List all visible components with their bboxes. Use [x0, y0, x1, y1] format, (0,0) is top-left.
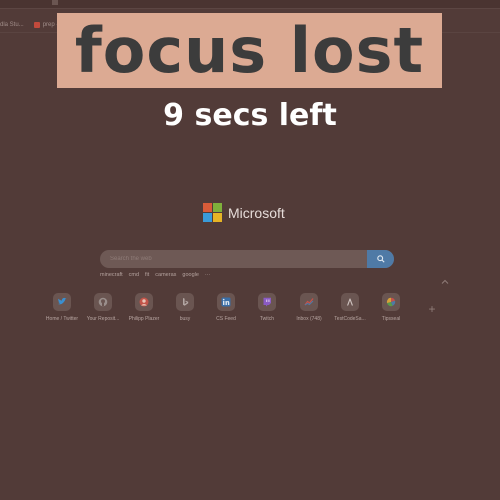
tile-label: Your Reposit... — [86, 316, 120, 322]
bookmark-label: dla Stu... — [0, 21, 24, 28]
more-icon[interactable]: ··· — [205, 272, 211, 278]
browser-tab-strip — [0, 0, 500, 9]
code-icon — [341, 293, 359, 311]
bookmark-favicon-icon — [33, 21, 40, 28]
tile-label: Inbox (748) — [296, 316, 322, 322]
search-icon — [376, 255, 385, 263]
google-icon — [382, 293, 400, 311]
search-input[interactable] — [100, 249, 367, 269]
quick-link-tile[interactable]: busy — [164, 293, 206, 322]
quick-link-tile[interactable]: Philipp Plazer — [123, 293, 165, 322]
twitter-icon — [53, 293, 71, 311]
avatar-icon — [135, 293, 153, 311]
add-shortcut-icon[interactable]: + — [427, 303, 437, 315]
quick-link-tile[interactable]: Twitch — [246, 293, 288, 322]
brand-name: Microsoft — [228, 204, 285, 221]
github-icon — [94, 293, 112, 311]
focus-lost-text: focus lost — [74, 13, 425, 87]
search-box — [100, 249, 394, 269]
quick-link-tile[interactable]: TestCodeSa... — [329, 293, 371, 322]
search-suggestions: minecraft cmd fit cameras google ··· — [100, 272, 210, 278]
quick-link-tile[interactable]: Your Reposit... — [82, 293, 124, 322]
tile-label: Home / Twitter — [45, 316, 79, 322]
search-button[interactable] — [367, 250, 394, 268]
suggestion-link[interactable]: fit — [145, 272, 149, 278]
tile-label: Tipsseal — [381, 316, 401, 322]
windows-logo-icon — [203, 203, 222, 222]
focus-lost-banner: focus lost — [57, 13, 442, 88]
quick-link-tile[interactable]: Inbox (748) — [288, 293, 330, 322]
quick-link-tile[interactable]: Home / Twitter — [41, 293, 83, 322]
linkedin-icon — [217, 293, 235, 311]
suggestion-link[interactable]: google — [182, 272, 199, 278]
tile-label: Twitch — [259, 316, 275, 322]
quick-link-tile[interactable]: Tipsseal — [370, 293, 412, 322]
chevron-up-icon[interactable] — [441, 278, 449, 286]
tab-indicator — [52, 0, 58, 5]
bing-icon — [176, 293, 194, 311]
countdown-text: 9 secs left — [163, 98, 337, 133]
tile-label: CS Feed — [216, 316, 236, 322]
suggestion-link[interactable]: cameras — [155, 272, 176, 278]
suggestion-link[interactable]: cmd — [129, 272, 139, 278]
quick-links: Home / Twitter Your Reposit... Philipp P… — [41, 293, 421, 333]
chart-icon — [300, 293, 318, 311]
tile-label: Philipp Plazer — [128, 316, 160, 322]
tile-label: TestCodeSa... — [334, 316, 366, 322]
tile-label: busy — [179, 316, 191, 322]
twitch-icon — [258, 293, 276, 311]
bookmark-item[interactable]: dla Stu... — [0, 22, 24, 28]
suggestion-link[interactable]: minecraft — [100, 272, 123, 278]
quick-link-tile[interactable]: CS Feed — [205, 293, 247, 322]
microsoft-logo: Microsoft — [203, 203, 285, 222]
